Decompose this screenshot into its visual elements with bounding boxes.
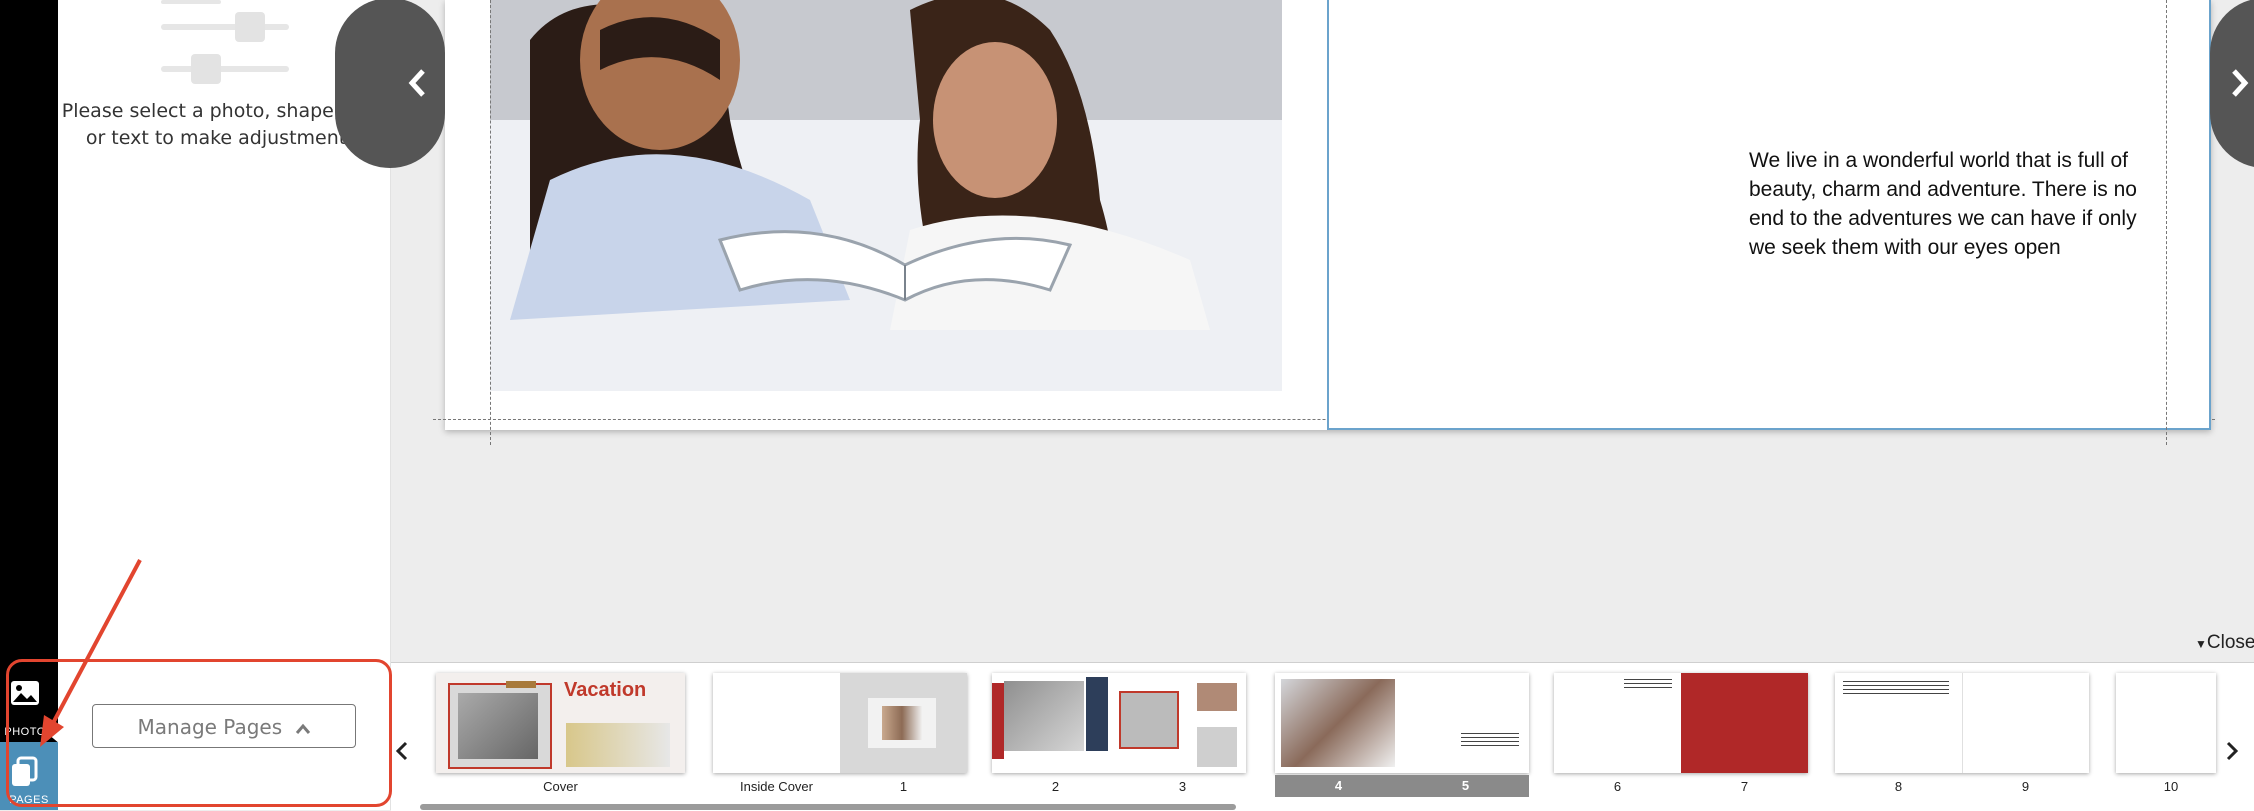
thumb-label-inside-cover: Inside Cover — [740, 779, 813, 794]
thumb-label-page: 8 — [1894, 779, 1903, 794]
cover-title: Vacation — [564, 679, 647, 701]
thumb-label-page: 1 — [899, 779, 908, 794]
thumb-label-page: 5 — [1402, 775, 1529, 797]
caret-down-icon: ▼ — [2195, 637, 2207, 651]
mother-daughter-reading-photo — [490, 0, 1282, 391]
thumb-pages-8-9[interactable] — [1835, 673, 2089, 773]
thumb-label-cover: Cover — [543, 779, 578, 794]
page-text-box[interactable]: We live in a wonderful world that is ful… — [1749, 146, 2169, 262]
thumb-label-page: 7 — [1740, 779, 1749, 794]
filmstrip-next-icon[interactable] — [2225, 741, 2239, 761]
thumb-inside-cover-1[interactable] — [713, 673, 967, 773]
thumb-label-page: 9 — [2021, 779, 2030, 794]
thumb-cover[interactable]: Vacation — [436, 673, 685, 773]
thumb-label-page: 4 — [1275, 775, 1402, 797]
thumb-label-page: 3 — [1178, 779, 1187, 794]
thumb-label-page: 2 — [1051, 779, 1060, 794]
close-filmstrip-link[interactable]: ▼Close — [2195, 632, 2254, 654]
chevron-left-icon — [408, 69, 425, 97]
close-label: Close — [2206, 632, 2254, 653]
thumb-label-page: 10 — [2163, 779, 2179, 794]
prev-spread-button[interactable] — [335, 0, 445, 168]
filmstrip-scrollbar[interactable] — [420, 804, 1236, 810]
cover-photo-frame — [448, 683, 552, 769]
annotation-arrow — [40, 559, 142, 747]
thumb-pages-6-7[interactable] — [1554, 673, 1808, 773]
filmstrip-prev-icon[interactable] — [395, 741, 409, 761]
thumb-page-10[interactable] — [2116, 673, 2216, 773]
thumb-pages-2-3[interactable] — [992, 673, 1246, 773]
thumb-label-page: 6 — [1613, 779, 1622, 794]
bleed-guide-left — [490, 0, 491, 445]
page-filmstrip: Vacation Cover Inside Cover 1 2 3 4 5 6 … — [391, 662, 2254, 811]
chevron-right-icon — [2232, 69, 2249, 97]
thumb-pages-4-5-selected[interactable] — [1275, 673, 1529, 773]
spread-photo[interactable] — [490, 0, 1282, 391]
